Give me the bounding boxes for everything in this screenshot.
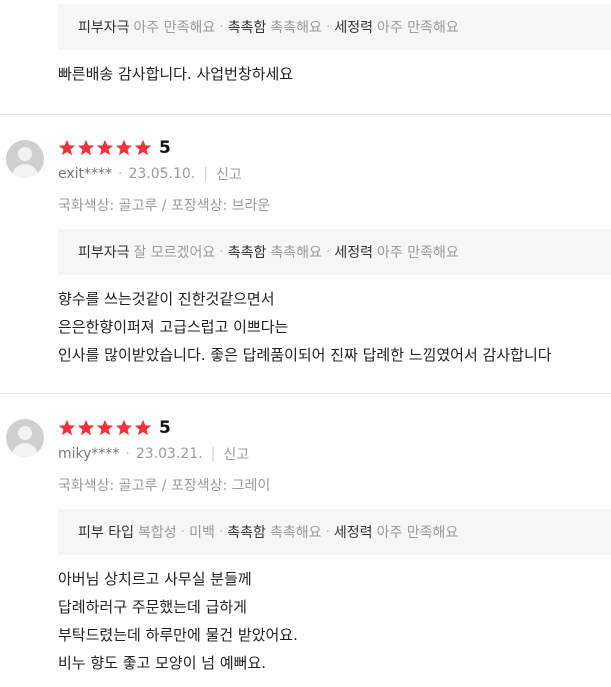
attr-value: 아주 만족해요: [376, 20, 459, 36]
review-text-line: 빠른배송 감사합니다. 사업번창하세요: [58, 65, 294, 83]
attr-separator: ·: [325, 524, 330, 540]
star-icon: [77, 139, 95, 157]
star-rating: 5: [58, 417, 171, 439]
review-item: 피부자극 아주 만족해요 · 촉촉함 촉촉해요 · 세정력 아주 만족해요 빠른…: [0, 0, 611, 114]
attr-separator: ·: [325, 19, 331, 35]
review-text-line: 아버님 상치르고 사무실 분들께: [58, 570, 252, 588]
review-content: 아버님 상치르고 사무실 분들께 답례하러구 주문했는데 급하게 부탁드렸는데 …: [58, 565, 608, 677]
attr-label: 촉촉함: [227, 20, 267, 36]
review-meta: miky**** · 23.03.21. | 신고: [58, 445, 249, 463]
attr-separator: ·: [325, 244, 331, 260]
report-button[interactable]: 신고: [223, 444, 249, 464]
attr-label: 세정력: [334, 245, 373, 261]
review-text-line: 비누 향도 좋고 모양이 넘 예뻐요.: [58, 654, 267, 672]
attr-label: 피부자극: [78, 245, 130, 261]
star-icon: [58, 419, 76, 437]
review-text-line: 부탁드렸는데 하루만에 물건 받았어요.: [58, 626, 298, 644]
star-icon: [58, 139, 76, 157]
default-user-avatar-icon: [6, 419, 44, 457]
review-text-line: 향수를 쓰는것같이 진한것같으면서: [58, 290, 275, 308]
review-text-line: 은은한향이퍼져 고급스럽고 이쁘다는: [58, 318, 289, 336]
attr-label: 피부 타입: [78, 525, 134, 541]
star-rating: 5: [58, 137, 171, 159]
rating-score: 5: [159, 418, 171, 438]
review-item: 5 exit**** · 23.05.10. | 신고 국화색상: 골고루 / …: [0, 115, 611, 393]
review-text-line: 인사를 많이받았습니다. 좋은 답례품이되어 진짜 답례한 느낌였어서 감사합니…: [58, 346, 552, 364]
attr-separator: ·: [218, 524, 224, 540]
attr-label: 촉촉함: [227, 525, 266, 541]
review-attributes: 피부자극 아주 만족해요 · 촉촉함 촉촉해요 · 세정력 아주 만족해요: [58, 4, 611, 50]
attr-label: 세정력: [333, 525, 373, 541]
attr-value: 촉촉해요: [269, 525, 322, 541]
star-icon: [134, 139, 152, 157]
attr-value: 아주 만족해요: [133, 20, 216, 36]
attr-label: 미백: [189, 525, 215, 541]
review-date: 23.05.10.: [128, 166, 196, 182]
attr-separator: ·: [219, 19, 224, 35]
review-attributes: 피부자극 잘 모르겠어요 · 촉촉함 촉촉해요 · 세정력 아주 만족해요: [58, 229, 611, 275]
star-icon: [77, 419, 95, 437]
attr-separator: ·: [180, 524, 186, 540]
review-text-line: 답례하러구 주문했는데 급하게: [58, 598, 247, 616]
star-icon: [96, 419, 114, 437]
review-attributes: 피부 타입 복합성 · 미백 · 촉촉함 촉촉해요 · 세정력 아주 만족해요: [58, 509, 611, 555]
star-icon: [96, 139, 114, 157]
review-item: 5 miky**** · 23.03.21. | 신고 국화색상: 골고루 / …: [0, 394, 611, 687]
attr-label: 세정력: [334, 20, 373, 36]
report-button[interactable]: 신고: [216, 164, 242, 184]
attr-value: 복합성: [137, 525, 177, 541]
review-date: 23.03.21.: [135, 446, 203, 462]
rating-score: 5: [159, 138, 171, 158]
star-icon: [134, 419, 152, 437]
attr-separator: ·: [219, 244, 224, 260]
attr-value: 촉촉해요: [270, 20, 322, 36]
attr-value: 촉촉해요: [270, 245, 322, 261]
review-meta: exit**** · 23.05.10. | 신고: [58, 165, 242, 183]
attr-value: 잘 모르겠어요: [133, 245, 216, 261]
reviewer-id: miky****: [58, 446, 120, 462]
review-content: 빠른배송 감사합니다. 사업번창하세요: [58, 60, 608, 88]
attr-label: 피부자극: [78, 20, 130, 36]
purchase-option: 국화색상: 골고루 / 포장색상: 그레이: [58, 478, 271, 494]
star-icon: [115, 139, 133, 157]
meta-divider: |: [210, 446, 216, 462]
purchase-option: 국화색상: 골고루 / 포장색상: 브라운: [58, 198, 271, 214]
meta-divider: |: [203, 166, 208, 182]
reviewer-id: exit****: [58, 166, 113, 182]
default-user-avatar-icon: [6, 140, 44, 178]
attr-value: 아주 만족해요: [376, 525, 459, 541]
attr-label: 촉촉함: [227, 245, 267, 261]
meta-separator: ·: [125, 446, 130, 462]
review-content: 향수를 쓰는것같이 진한것같으면서 은은한향이퍼져 고급스럽고 이쁘다는 인사를…: [58, 285, 608, 369]
star-icon: [115, 419, 133, 437]
meta-separator: ·: [118, 166, 123, 182]
attr-value: 아주 만족해요: [376, 245, 459, 261]
